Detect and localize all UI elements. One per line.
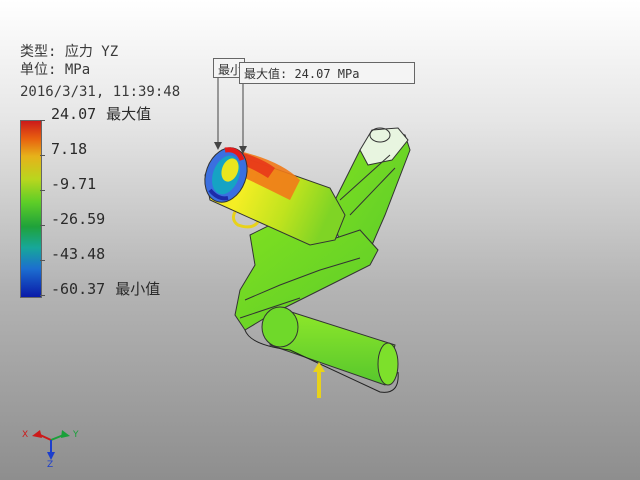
legend-tick: [40, 120, 45, 121]
force-arrow: [313, 362, 325, 398]
max-callout[interactable]: 最大值: 24.07 MPa: [239, 62, 415, 84]
legend-value: -43.48: [51, 245, 106, 263]
triad-x-label: X: [22, 430, 29, 440]
legend-tick: [40, 295, 45, 296]
unit-label: 单位: MPa: [20, 62, 91, 78]
legend-label: 7.18: [51, 140, 87, 158]
legend-value: 24.07: [51, 105, 97, 123]
max-callout-text: 最大值: 24.07 MPa: [244, 67, 360, 81]
lower-shaft: [244, 306, 399, 393]
legend-label: -43.48: [51, 245, 105, 263]
legend-tick: [40, 260, 45, 261]
legend-tick: [40, 155, 45, 156]
legend-value: -60.37: [51, 280, 106, 298]
view-triad[interactable]: [32, 430, 70, 460]
legend-tick: [40, 225, 45, 226]
legend-label-min: -60.37 最小值: [51, 278, 160, 299]
triad-y-label: Y: [73, 430, 79, 440]
result-type-label: 类型: 应力 YZ: [20, 44, 119, 60]
callout-leaders: [214, 76, 247, 154]
legend-tick: [40, 190, 45, 191]
legend-label: -26.59: [51, 210, 105, 228]
legend-value: -9.71: [51, 175, 97, 193]
color-legend-bar: [20, 120, 42, 298]
legend-tag: 最小值: [115, 280, 161, 298]
timestamp-label: 2016/3/31, 11:39:48: [20, 84, 181, 100]
legend-tag: 最大值: [106, 105, 152, 123]
legend-label-max: 24.07 最大值: [51, 103, 151, 124]
legend-value: 7.18: [51, 140, 88, 158]
triad-z-label: Z: [47, 460, 54, 470]
legend-value: -26.59: [51, 210, 106, 228]
legend-label: -9.71: [51, 175, 96, 193]
